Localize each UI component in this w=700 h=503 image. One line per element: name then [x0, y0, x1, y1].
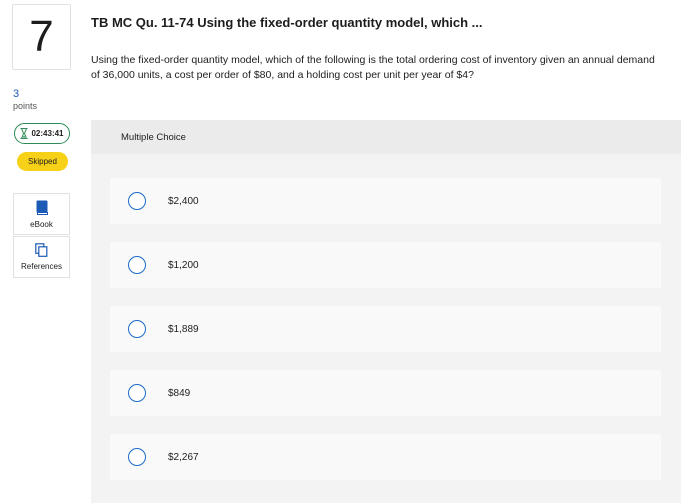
book-icon — [36, 200, 48, 217]
ebook-label: eBook — [30, 219, 53, 229]
choice-label: $849 — [168, 387, 191, 399]
references-button[interactable]: References — [13, 236, 70, 278]
points-value: 3 — [13, 88, 20, 100]
ebook-button[interactable]: eBook — [13, 193, 70, 235]
radio-icon[interactable] — [128, 256, 146, 274]
question-text: Using the fixed-order quantity model, wh… — [91, 54, 655, 81]
radio-icon[interactable] — [128, 192, 146, 210]
radio-icon[interactable] — [128, 384, 146, 402]
answer-panel: Multiple Choice $2,400 $1,200 $1,889 $84… — [91, 120, 681, 503]
radio-icon[interactable] — [128, 320, 146, 338]
copy-pages-icon — [35, 243, 48, 259]
radio-icon[interactable] — [128, 448, 146, 466]
choice-option[interactable]: $1,889 — [110, 306, 661, 352]
choice-label: $2,400 — [168, 195, 199, 207]
choice-option[interactable]: $2,400 — [110, 178, 661, 224]
timer-badge[interactable]: 02:43:41 — [14, 123, 70, 144]
question-type-header: Multiple Choice — [91, 120, 681, 154]
timer-text: 02:43:41 — [31, 129, 64, 138]
references-label: References — [21, 262, 62, 271]
question-number: 7 — [12, 4, 71, 70]
status-badge: Skipped — [17, 152, 68, 171]
question-title: TB MC Qu. 11-74 Using the fixed-order qu… — [91, 15, 483, 30]
choice-option[interactable]: $2,267 — [110, 434, 661, 480]
choice-label: $1,889 — [168, 323, 199, 335]
choice-label: $1,200 — [168, 259, 199, 271]
points-label: points — [13, 101, 38, 111]
choice-option[interactable]: $849 — [110, 370, 661, 416]
choice-label: $2,267 — [168, 451, 199, 463]
choice-option[interactable]: $1,200 — [110, 242, 661, 288]
hourglass-icon — [20, 128, 28, 139]
